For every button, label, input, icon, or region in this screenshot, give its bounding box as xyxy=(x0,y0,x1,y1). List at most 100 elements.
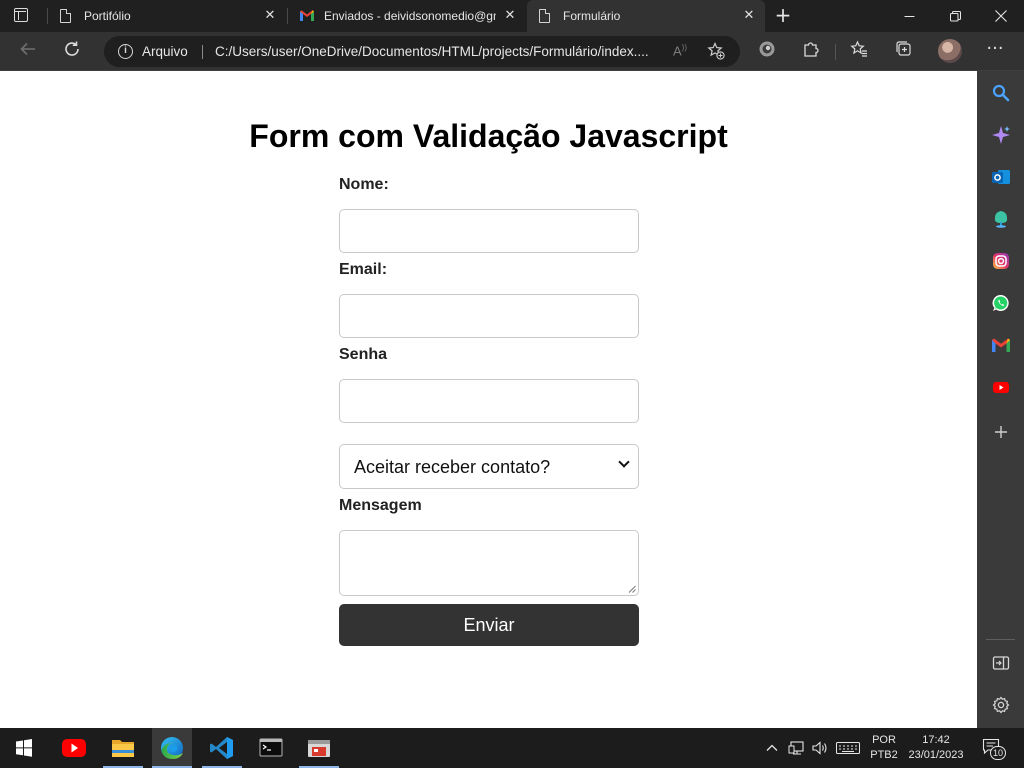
chevron-up-icon[interactable] xyxy=(764,740,780,756)
tab-actions-icon xyxy=(14,8,28,22)
info-icon[interactable]: i xyxy=(118,44,133,59)
resize-grip-icon[interactable] xyxy=(628,585,636,593)
refresh-icon xyxy=(65,41,79,56)
back-button[interactable] xyxy=(17,40,39,62)
add-favorite-icon[interactable] xyxy=(707,42,725,60)
taskbar-terminal[interactable] xyxy=(251,728,291,768)
tab-title: Formulário xyxy=(563,9,621,23)
add-icon[interactable] xyxy=(991,422,1011,442)
taskbar-file-explorer[interactable] xyxy=(103,728,143,768)
clock-date: 23/01/2023 xyxy=(908,749,964,761)
restore-button[interactable] xyxy=(932,0,978,32)
page-title: Form com Validação Javascript xyxy=(249,118,728,154)
minimize-button[interactable] xyxy=(886,0,932,32)
windows-taskbar: POR PTB2 17:42 23/01/2023 10 xyxy=(0,728,1024,768)
tree-icon[interactable] xyxy=(991,209,1011,229)
gmail-icon[interactable] xyxy=(991,335,1011,355)
network-icon[interactable] xyxy=(788,740,806,756)
youtube-icon xyxy=(62,739,86,757)
keyboard-icon[interactable] xyxy=(836,741,860,755)
notifications-button[interactable]: 10 xyxy=(982,738,1008,760)
tab-portifolio[interactable]: Portifólio ✕ xyxy=(48,0,286,32)
chevron-down-icon xyxy=(618,456,630,468)
start-button[interactable] xyxy=(4,728,44,768)
password-label: Senha xyxy=(339,346,388,363)
file-explorer-icon xyxy=(112,740,134,757)
outlook-icon[interactable] xyxy=(991,167,1011,187)
instagram-icon[interactable] xyxy=(991,251,1011,271)
vscode-icon xyxy=(210,737,233,759)
puzzle-icon xyxy=(804,42,819,57)
refresh-button[interactable] xyxy=(61,40,83,62)
favorites-button[interactable] xyxy=(848,40,870,62)
notification-count-badge: 10 xyxy=(990,746,1006,760)
volume-icon[interactable] xyxy=(811,740,829,756)
tab-title: Portifólio xyxy=(84,9,131,23)
tab-strip: Portifólio ✕ Enviados - deividsonomedio@… xyxy=(0,0,1024,32)
extension-button[interactable] xyxy=(756,40,778,62)
settings-icon[interactable] xyxy=(991,695,1011,715)
message-textarea[interactable] xyxy=(339,530,639,596)
copilot-icon[interactable] xyxy=(991,125,1011,145)
name-input[interactable] xyxy=(339,209,639,253)
page-icon xyxy=(60,9,71,23)
keyboard-layout-label: PTB2 xyxy=(870,749,898,761)
address-bar[interactable]: i Arquivo C:/Users/user/OneDrive/Documen… xyxy=(104,36,740,67)
minimize-icon xyxy=(904,15,914,17)
close-tab-icon[interactable]: ✕ xyxy=(502,7,518,23)
back-arrow-icon xyxy=(20,42,35,56)
close-window-button[interactable] xyxy=(978,0,1024,32)
tab-formulario[interactable]: Formulário ✕ xyxy=(527,0,765,32)
page-viewport: Form com Validação Javascript Nome: Emai… xyxy=(0,71,977,728)
settings-more-button[interactable]: ··· xyxy=(984,40,1006,62)
name-label: Nome: xyxy=(339,176,389,193)
language-indicator[interactable]: POR PTB2 xyxy=(870,733,898,763)
tab-title: Enviados - deividsonomedio@gm xyxy=(324,9,496,23)
submit-button[interactable]: Enviar xyxy=(339,604,639,646)
browser-toolbar: i Arquivo C:/Users/user/OneDrive/Documen… xyxy=(0,32,1024,71)
extension-swirl-icon xyxy=(759,41,775,57)
message-label: Mensagem xyxy=(339,497,422,514)
whatsapp-icon[interactable] xyxy=(991,293,1011,313)
edge-icon xyxy=(161,737,183,759)
page-icon xyxy=(539,9,550,23)
extensions-button[interactable] xyxy=(800,40,822,62)
collections-icon xyxy=(896,41,911,56)
tab-actions-button[interactable] xyxy=(14,8,32,24)
edge-sidebar xyxy=(977,71,1024,728)
email-input[interactable] xyxy=(339,294,639,338)
close-tab-icon[interactable]: ✕ xyxy=(262,7,278,23)
taskbar-edge[interactable] xyxy=(152,728,192,768)
password-input[interactable] xyxy=(339,379,639,423)
sidebar-divider xyxy=(986,639,1015,640)
restore-icon xyxy=(949,10,961,21)
contact-select-value: Aceitar receber contato? xyxy=(354,457,551,477)
clock[interactable]: 17:42 23/01/2023 xyxy=(904,733,968,763)
more-icon: ··· xyxy=(986,38,1004,59)
youtube-icon[interactable] xyxy=(991,377,1011,397)
profile-avatar[interactable] xyxy=(938,39,962,63)
favorites-icon xyxy=(850,40,867,57)
url-scheme-label: Arquivo xyxy=(142,44,188,59)
gmail-icon xyxy=(300,10,314,21)
url-divider xyxy=(202,45,203,59)
start-icon xyxy=(16,739,32,757)
language-label: POR xyxy=(872,734,896,746)
taskbar-youtube[interactable] xyxy=(54,728,94,768)
url-text[interactable]: C:/Users/user/OneDrive/Documentos/HTML/p… xyxy=(215,44,661,59)
close-tab-icon[interactable]: ✕ xyxy=(741,7,757,23)
read-aloud-icon[interactable]: A)) xyxy=(673,43,687,58)
toolbar-divider xyxy=(835,44,836,60)
taskbar-app[interactable] xyxy=(299,728,339,768)
close-icon xyxy=(995,10,1007,22)
panel-toggle-icon[interactable] xyxy=(991,653,1011,673)
tab-enviados[interactable]: Enviados - deividsonomedio@gm ✕ xyxy=(288,0,526,32)
terminal-icon xyxy=(259,738,283,757)
search-icon[interactable] xyxy=(991,83,1011,103)
taskbar-vscode[interactable] xyxy=(202,728,242,768)
contact-select[interactable]: Aceitar receber contato? xyxy=(339,444,639,489)
new-tab-button[interactable]: + xyxy=(773,5,793,26)
collections-button[interactable] xyxy=(893,40,915,62)
app-icon xyxy=(308,740,330,757)
email-label: Email: xyxy=(339,261,388,278)
